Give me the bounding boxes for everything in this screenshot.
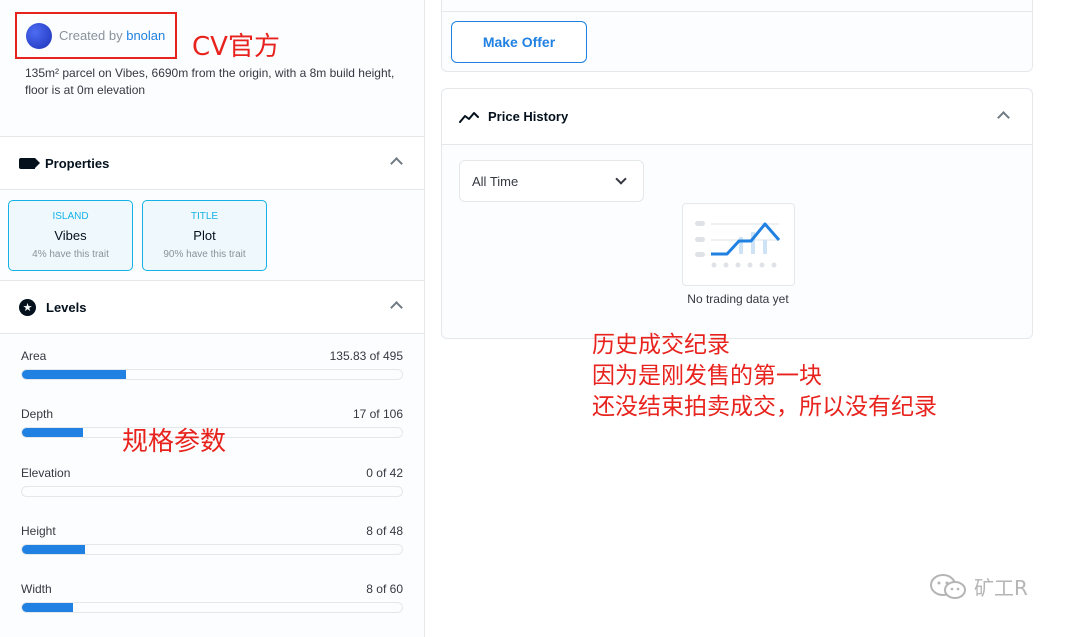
trait-card-title[interactable]: TITLE Plot 90% have this trait xyxy=(142,200,267,271)
annotation-history: 历史成交纪录 因为是刚发售的第一块 还没结束拍卖成交，所以没有纪录 xyxy=(592,330,937,423)
creator-text: Created by bnolan xyxy=(59,28,165,43)
level-progress-fill xyxy=(22,370,127,379)
trait-rarity: 90% have this trait xyxy=(163,249,246,260)
star-icon: ★ xyxy=(19,298,36,316)
level-value: 8 of 60 xyxy=(366,582,403,596)
no-data-message: No trading data yet xyxy=(687,292,789,306)
trait-value: Plot xyxy=(193,228,216,243)
properties-title: Properties xyxy=(45,155,110,171)
time-filter-value: All Time xyxy=(472,173,519,189)
trait-value: Vibes xyxy=(54,228,87,243)
make-offer-button[interactable]: Make Offer xyxy=(451,21,587,63)
creator-link[interactable]: bnolan xyxy=(126,28,165,43)
offer-card: Make Offer xyxy=(441,0,1033,72)
wechat-icon xyxy=(930,573,966,599)
creator-row: Created by bnolan xyxy=(15,12,177,59)
annotation-line: 因为是刚发售的第一块 xyxy=(592,363,822,389)
watermark: 矿工R xyxy=(928,572,1028,601)
level-row-area: Area 135.83 of 495 xyxy=(21,349,403,387)
level-value: 135.83 of 495 xyxy=(329,349,403,363)
properties-section-header[interactable]: Properties xyxy=(0,136,424,190)
divider xyxy=(442,11,1032,12)
level-row-elevation: Elevation 0 of 42 xyxy=(21,466,403,504)
chevron-up-icon[interactable] xyxy=(390,301,403,314)
levels-section-header[interactable]: ★ Levels xyxy=(0,280,424,334)
level-value: 17 of 106 xyxy=(352,407,403,421)
level-value: 0 of 42 xyxy=(366,466,403,480)
level-value: 8 of 48 xyxy=(366,524,403,538)
level-progress-bar xyxy=(21,602,403,613)
annotation-line: 还没结束拍卖成交，所以没有纪录 xyxy=(592,394,937,420)
asset-description: 135m² parcel on Vibes, 6690m from the or… xyxy=(25,66,395,97)
level-progress-bar xyxy=(21,369,403,380)
creator-prefix: Created by xyxy=(59,28,123,43)
level-name: Area xyxy=(21,349,47,363)
level-progress-fill xyxy=(22,603,73,612)
level-row-height: Height 8 of 48 xyxy=(21,524,403,562)
creator-avatar[interactable] xyxy=(26,22,52,49)
trait-rarity: 4% have this trait xyxy=(32,249,109,260)
trait-card-island[interactable]: ISLAND Vibes 4% have this trait xyxy=(8,200,133,271)
empty-chart-illustration xyxy=(682,203,795,286)
chart-placeholder-icon xyxy=(695,221,781,268)
levels-title: Levels xyxy=(46,299,87,315)
time-filter-select[interactable]: All Time xyxy=(459,160,644,202)
annotation-specs: 规格参数 xyxy=(122,427,227,457)
trait-type: TITLE xyxy=(190,211,219,222)
level-progress-bar xyxy=(21,544,403,555)
trait-type: ISLAND xyxy=(52,211,89,222)
price-history-card: Price History All Time No trading data y… xyxy=(441,88,1033,339)
level-name: Width xyxy=(21,582,52,596)
level-progress-fill xyxy=(22,428,83,437)
tag-icon xyxy=(19,157,40,169)
level-name: Depth xyxy=(21,407,54,421)
annotation-cv-official: CV官方 xyxy=(192,32,280,62)
annotation-line: 历史成交纪录 xyxy=(592,332,730,358)
chevron-up-icon[interactable] xyxy=(997,111,1010,124)
level-progress-fill xyxy=(22,545,86,554)
chevron-down-icon xyxy=(615,173,627,185)
asset-details-panel: Created by bnolan CV官方 135m² parcel on V… xyxy=(0,0,425,637)
level-name: Height xyxy=(21,524,56,538)
price-history-title: Price History xyxy=(488,109,569,124)
price-history-header[interactable]: Price History xyxy=(442,89,1032,145)
level-name: Elevation xyxy=(21,466,71,480)
trend-line-icon xyxy=(459,111,479,123)
level-row-width: Width 8 of 60 xyxy=(21,582,403,620)
watermark-text: 矿工R xyxy=(974,576,1028,600)
chevron-up-icon[interactable] xyxy=(390,157,403,170)
level-progress-bar xyxy=(21,486,403,497)
